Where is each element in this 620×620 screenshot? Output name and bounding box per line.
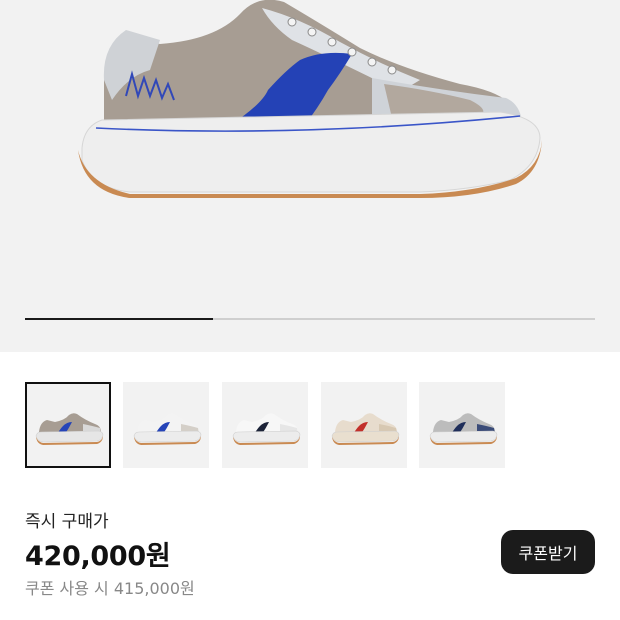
thumbnail-shoe-image (331, 413, 400, 445)
gallery-progress-fill (25, 318, 214, 320)
sneaker-main-image (78, 0, 542, 198)
thumbnail-gray-blue[interactable] (25, 382, 111, 468)
coupon-price-note: 쿠폰 사용 시 415,000원 (25, 579, 195, 598)
thumbnail-white-navy[interactable] (222, 382, 308, 468)
product-image-area[interactable] (0, 0, 620, 352)
thumbnail-shoe-image (133, 413, 202, 445)
get-coupon-button[interactable]: 쿠폰받기 (501, 530, 595, 574)
thumbnail-shoe-image (35, 413, 104, 445)
price-label: 즉시 구매가 (25, 512, 109, 532)
shoe-midsole (81, 111, 541, 193)
price-value: 420,000원 (25, 541, 171, 572)
thumbnail-navy-gray[interactable] (419, 382, 505, 468)
gallery-progress-track (25, 318, 595, 320)
thumbnail-white-blue[interactable] (123, 382, 209, 468)
thumbnail-beige-red[interactable] (321, 382, 407, 468)
thumbnail-shoe-image (429, 413, 498, 445)
thumbnail-strip (25, 382, 605, 468)
thumbnail-shoe-image (232, 413, 301, 445)
